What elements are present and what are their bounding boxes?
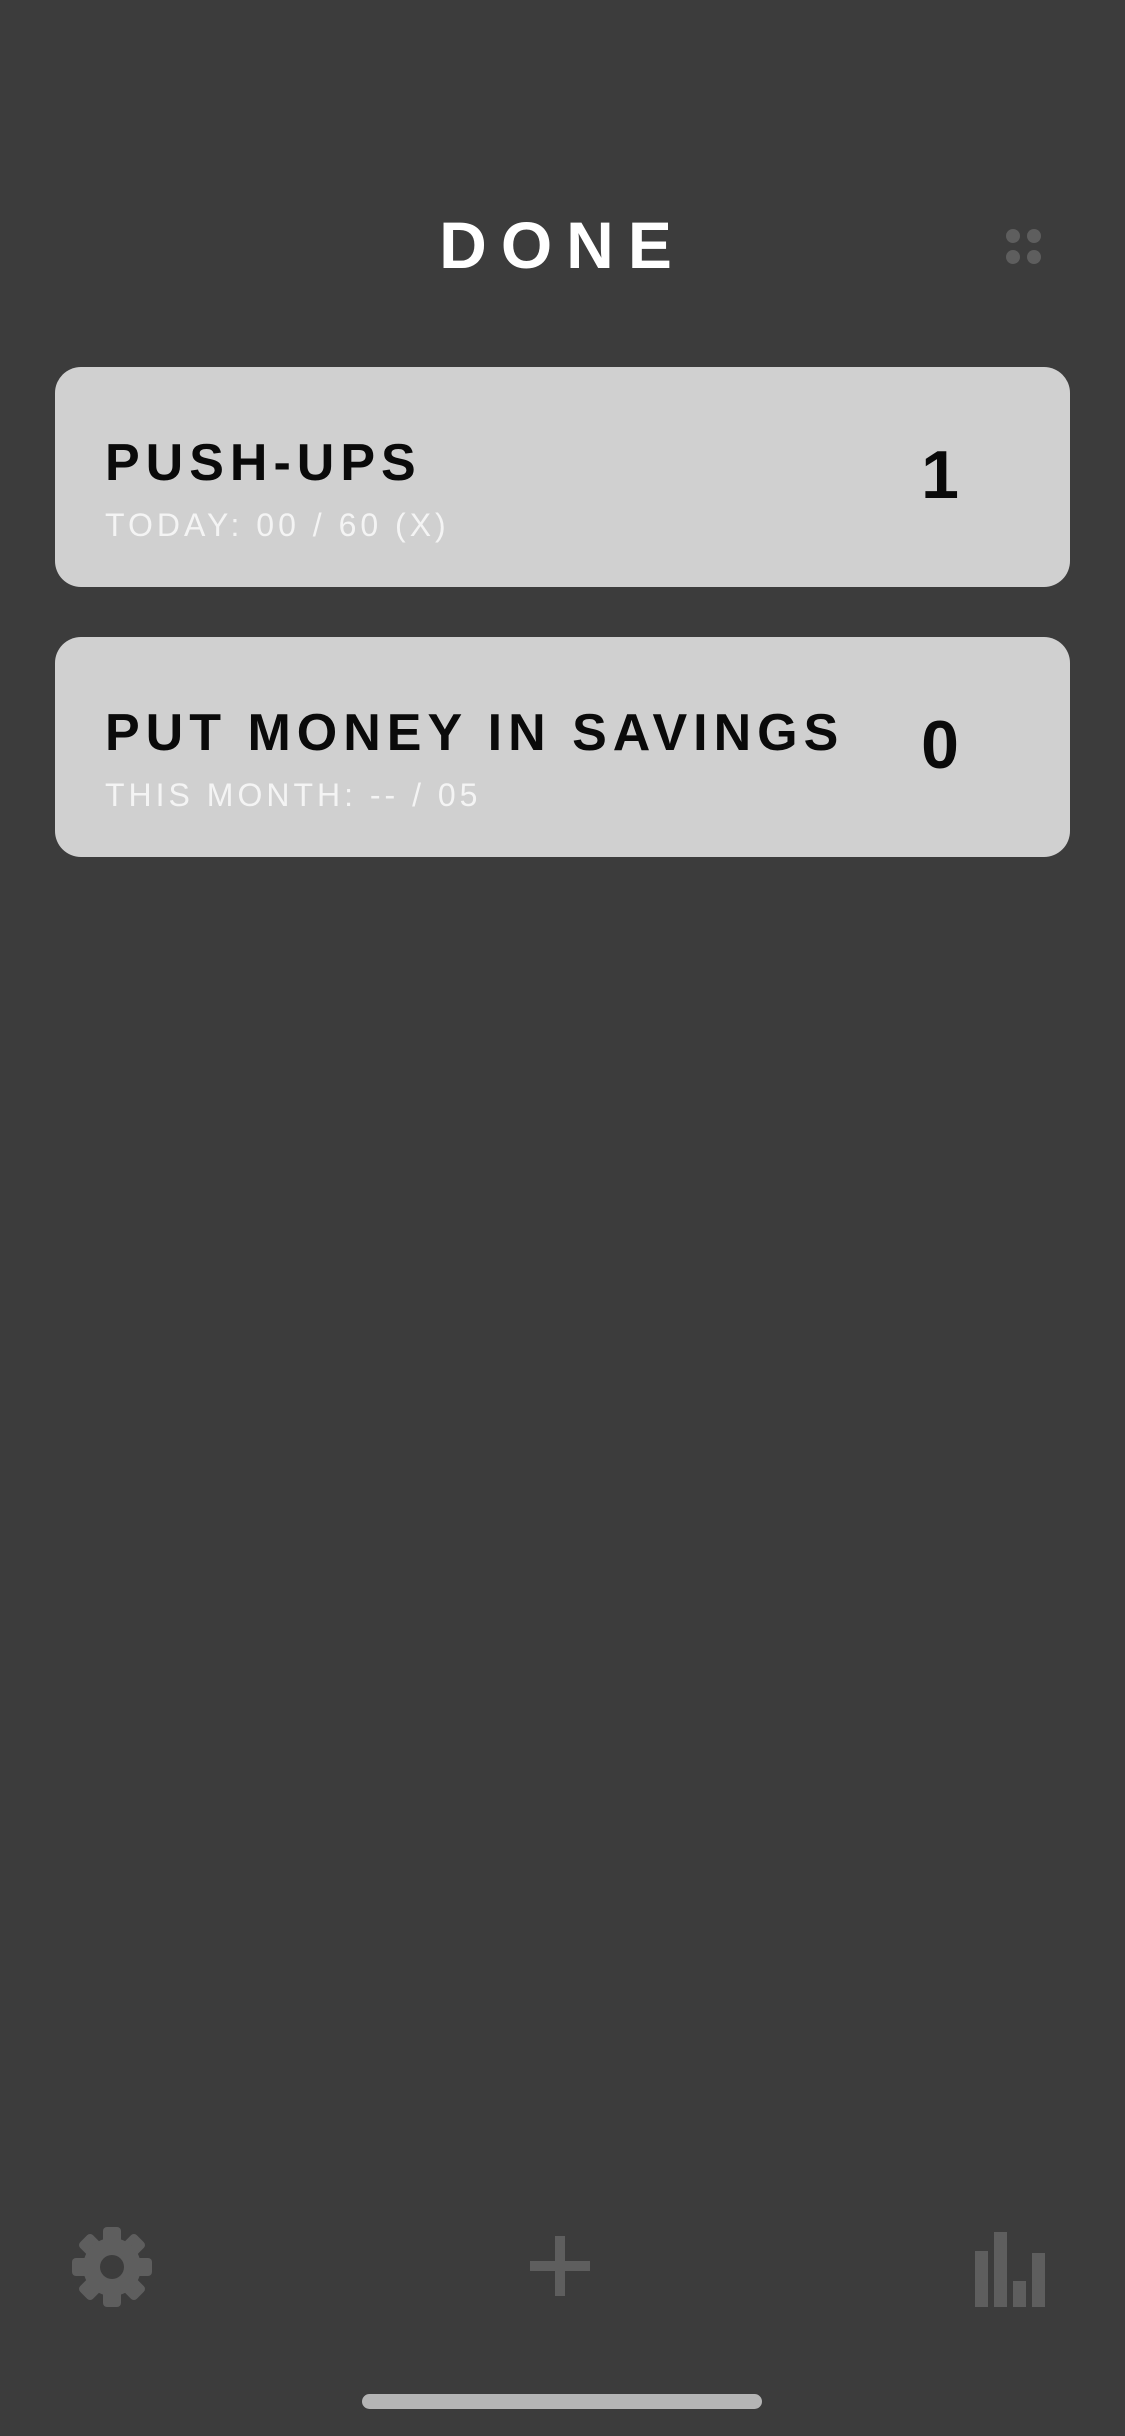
plus-icon[interactable]: [522, 2225, 606, 2309]
gear-icon[interactable]: [70, 2225, 154, 2309]
header: DONE: [0, 200, 1125, 290]
grid-dot: [1027, 250, 1041, 264]
habit-progress: TODAY: 00 / 60 (X): [105, 507, 450, 543]
page-title: DONE: [439, 208, 686, 282]
grid-dot: [1006, 250, 1020, 264]
habit-name: PUSH-UPS: [105, 434, 422, 492]
habit-card-push-ups[interactable]: PUSH-UPS TODAY: 00 / 60 (X) 1: [55, 367, 1070, 587]
grid-dot: [1027, 229, 1041, 243]
plus-icon-graphic: [530, 2236, 590, 2296]
grid-icon[interactable]: [1002, 225, 1046, 269]
habit-card-put-money-in-savings[interactable]: PUT MONEY IN SAVINGS THIS MONTH: -- / 05…: [55, 637, 1070, 857]
home-indicator[interactable]: [362, 2394, 762, 2409]
habit-count[interactable]: 0: [900, 707, 980, 783]
habit-name: PUT MONEY IN SAVINGS: [105, 704, 845, 762]
habit-count[interactable]: 1: [900, 437, 980, 513]
grid-dot: [1006, 229, 1020, 243]
gear-icon-graphic: [72, 2227, 152, 2307]
bar-chart-icon[interactable]: [972, 2225, 1056, 2309]
habit-progress: THIS MONTH: -- / 05: [105, 777, 482, 813]
bar-chart-icon-graphic: [975, 2232, 1045, 2307]
